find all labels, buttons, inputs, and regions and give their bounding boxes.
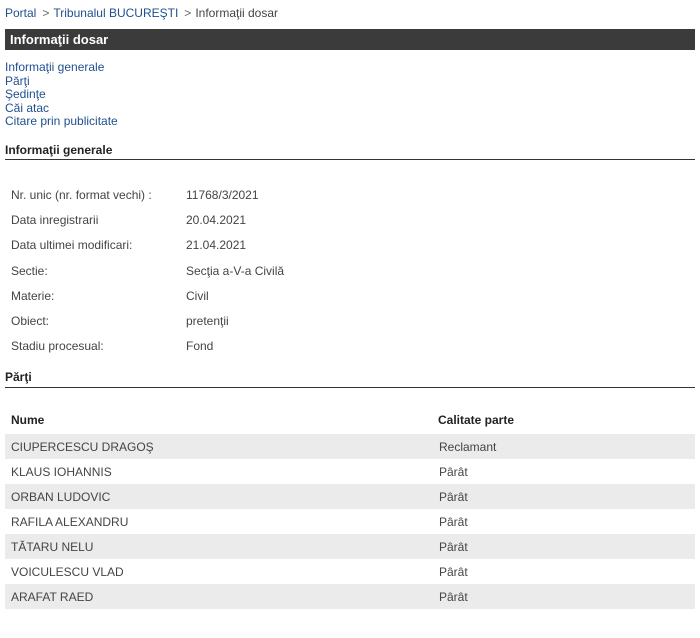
info-row-stadiu-procesual: Stadiu procesual: Fond — [11, 334, 284, 359]
breadcrumb-separator: > — [42, 6, 50, 20]
breadcrumb-separator: > — [184, 6, 192, 20]
party-name: ORBAN LUDOVIC — [11, 490, 111, 504]
info-row-obiect: Obiect: pretenţii — [11, 308, 284, 333]
party-role: Reclamant — [439, 440, 497, 454]
table-row: CIUPERCESCU DRAGOŞ Reclamant — [5, 434, 695, 459]
breadcrumb: Portal > Tribunalul BUCUREŞTI > Informaţii d… — [5, 6, 278, 20]
section-heading-parti: Părţi — [5, 370, 695, 388]
info-value: 11768/3/2021 — [186, 187, 259, 202]
info-row-nr-unic: Nr. unic (nr. format vechi) : 11768/3/20… — [11, 182, 284, 207]
party-name: KLAUS IOHANNIS — [11, 465, 112, 479]
anchor-link-citare-prin-publicitate[interactable]: Citare prin publicitate — [5, 114, 118, 129]
party-name: ARAFAT RAED — [11, 590, 94, 604]
info-row-materie: Materie: Civil — [11, 283, 284, 308]
info-label: Data ultimei modificari: — [11, 238, 133, 253]
info-label: Nr. unic (nr. format vechi) : — [11, 187, 152, 202]
party-name: RAFILA ALEXANDRU — [11, 515, 129, 529]
parties-table-header: Nume Calitate parte — [5, 410, 695, 430]
party-role: Pârât — [439, 590, 468, 604]
party-name: TĂTARU NELU — [11, 540, 94, 554]
info-value: 20.04.2021 — [186, 212, 247, 227]
column-header-calitate-parte: Calitate parte — [438, 413, 515, 427]
info-row-data-ultimei-modificari: Data ultimei modificari: 21.04.2021 — [11, 233, 284, 258]
info-label: Sectie: — [11, 263, 48, 278]
breadcrumb-current: Informaţii dosar — [195, 6, 279, 20]
table-row: VOICULESCU VLAD Pârât — [5, 559, 695, 584]
info-label: Data inregistrarii — [11, 212, 99, 227]
party-role: Pârât — [439, 490, 468, 504]
column-header-nume: Nume — [11, 413, 45, 427]
party-role: Pârât — [439, 540, 468, 554]
parties-table: CIUPERCESCU DRAGOŞ Reclamant KLAUS IOHAN… — [5, 434, 695, 609]
breadcrumb-portal-link[interactable]: Portal — [5, 6, 36, 20]
anchor-link-informatii-generale[interactable]: Informaţii generale — [5, 60, 118, 75]
section-anchor-links: Informaţii generale Părţi Şedinţe Căi at… — [5, 60, 118, 129]
info-label: Stadiu procesual: — [11, 339, 104, 354]
breadcrumb-court-link[interactable]: Tribunalul BUCUREŞTI — [53, 6, 178, 20]
info-value: pretenţii — [186, 314, 229, 329]
info-row-sectie: Sectie: Secţia a-V-a Civilă — [11, 258, 284, 283]
party-role: Pârât — [439, 565, 468, 579]
section-heading-informatii-generale: Informaţii generale — [5, 143, 695, 160]
party-role: Pârât — [439, 515, 468, 529]
party-name: CIUPERCESCU DRAGOŞ — [11, 440, 154, 454]
table-row: RAFILA ALEXANDRU Pârât — [5, 509, 695, 534]
anchor-link-parti[interactable]: Părţi — [5, 74, 118, 89]
party-role: Pârât — [439, 465, 468, 479]
info-label: Materie: — [11, 288, 55, 303]
general-info-table: Nr. unic (nr. format vechi) : 11768/3/20… — [11, 182, 284, 359]
info-label: Obiect: — [11, 314, 50, 329]
anchor-link-cai-atac[interactable]: Căi atac — [5, 101, 118, 116]
table-row: TĂTARU NELU Pârât — [5, 534, 695, 559]
info-value: 21.04.2021 — [186, 238, 247, 253]
page-title: Informaţii dosar — [5, 29, 695, 50]
anchor-link-sedinte[interactable]: Şedinţe — [5, 87, 118, 102]
table-row: ORBAN LUDOVIC Pârât — [5, 484, 695, 509]
info-value: Fond — [186, 339, 214, 354]
table-row: KLAUS IOHANNIS Pârât — [5, 459, 695, 484]
info-value: Civil — [186, 288, 209, 303]
info-value: Secţia a-V-a Civilă — [186, 263, 285, 278]
table-row: ARAFAT RAED Pârât — [5, 584, 695, 609]
info-row-data-inregistrarii: Data inregistrarii 20.04.2021 — [11, 207, 284, 232]
party-name: VOICULESCU VLAD — [11, 565, 124, 579]
